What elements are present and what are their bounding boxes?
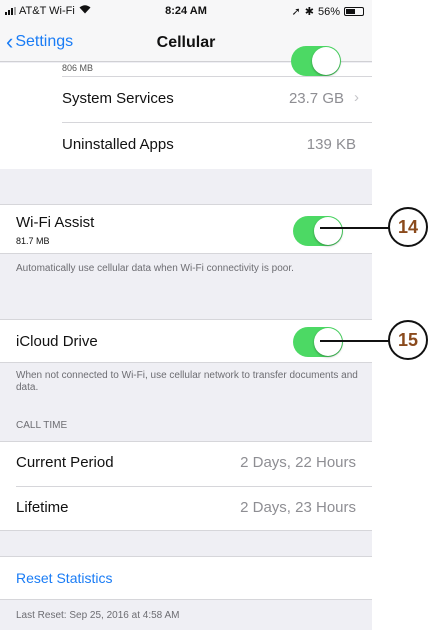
status-right: ➚ ✱ 56% — [292, 5, 364, 18]
icloud-drive-row: iCloud Drive — [0, 319, 372, 363]
wifi-assist-label: Wi-Fi Assist — [16, 214, 95, 231]
partial-row-toggle[interactable] — [291, 46, 341, 76]
callout-badge-14: 14 — [388, 207, 428, 247]
wifi-assist-toggle[interactable] — [293, 216, 343, 246]
battery-icon — [344, 7, 364, 16]
uninstalled-apps-value: 139 KB — [306, 136, 356, 153]
call-time-group: Current Period 2 Days, 22 Hours Lifetime… — [0, 441, 372, 531]
app-usage-group: 806 MB System Services 23.7 GB › Uninsta… — [0, 46, 372, 169]
toggle-knob — [314, 328, 342, 356]
icloud-drive-footer: When not connected to Wi-Fi, use cellula… — [16, 370, 358, 393]
system-services-label: System Services — [62, 90, 174, 107]
chevron-right-icon: › — [354, 89, 359, 106]
reset-statistics-row[interactable]: Reset Statistics — [0, 556, 372, 600]
uninstalled-apps-label: Uninstalled Apps — [62, 136, 174, 153]
chevron-left-icon: ‹ — [6, 29, 14, 54]
reset-statistics-button[interactable]: Reset Statistics — [16, 570, 112, 586]
lifetime-value: 2 Days, 23 Hours — [240, 499, 356, 516]
callout-line-15 — [320, 340, 394, 342]
toggle-knob — [314, 217, 342, 245]
bluetooth-icon: ✱ — [304, 6, 314, 18]
partial-row-subtitle: 806 MB — [62, 63, 94, 73]
location-icon: ➚ — [291, 6, 301, 18]
system-services-value: 23.7 GB — [288, 90, 344, 107]
list-item-uninstalled-apps: Uninstalled Apps 139 KB — [0, 123, 372, 169]
callout-line-14 — [320, 227, 394, 229]
icloud-drive-toggle[interactable] — [293, 327, 343, 357]
last-reset-text: Last Reset: Sep 25, 2016 at 4:58 AM — [16, 610, 180, 621]
battery-percent: 56% — [317, 5, 340, 18]
icloud-drive-label: iCloud Drive — [16, 333, 98, 350]
back-label: Settings — [15, 33, 74, 50]
back-button[interactable]: ‹ Settings — [6, 29, 74, 54]
current-period-label: Current Period — [16, 454, 114, 471]
list-item-lifetime: Lifetime 2 Days, 23 Hours — [0, 487, 372, 531]
callout-badge-15: 15 — [388, 320, 428, 360]
status-bar: AT&T Wi-Fi 8:24 AM ➚ ✱ 56% — [0, 0, 372, 22]
wifi-assist-footer: Automatically use cellular data when Wi-… — [16, 263, 294, 274]
wifi-assist-usage: 81.7 MB — [16, 236, 50, 246]
phone-screen: AT&T Wi-Fi 8:24 AM ➚ ✱ 56% ‹ Settings Ce… — [0, 0, 372, 630]
lifetime-label: Lifetime — [16, 499, 69, 516]
list-item-system-services[interactable]: System Services 23.7 GB › — [0, 77, 372, 122]
wifi-assist-row: Wi-Fi Assist 81.7 MB — [0, 204, 372, 254]
list-item-current-period: Current Period 2 Days, 22 Hours — [0, 442, 372, 486]
current-period-value: 2 Days, 22 Hours — [240, 454, 356, 471]
call-time-header: CALL TIME — [16, 420, 68, 431]
battery-fill — [346, 9, 355, 14]
